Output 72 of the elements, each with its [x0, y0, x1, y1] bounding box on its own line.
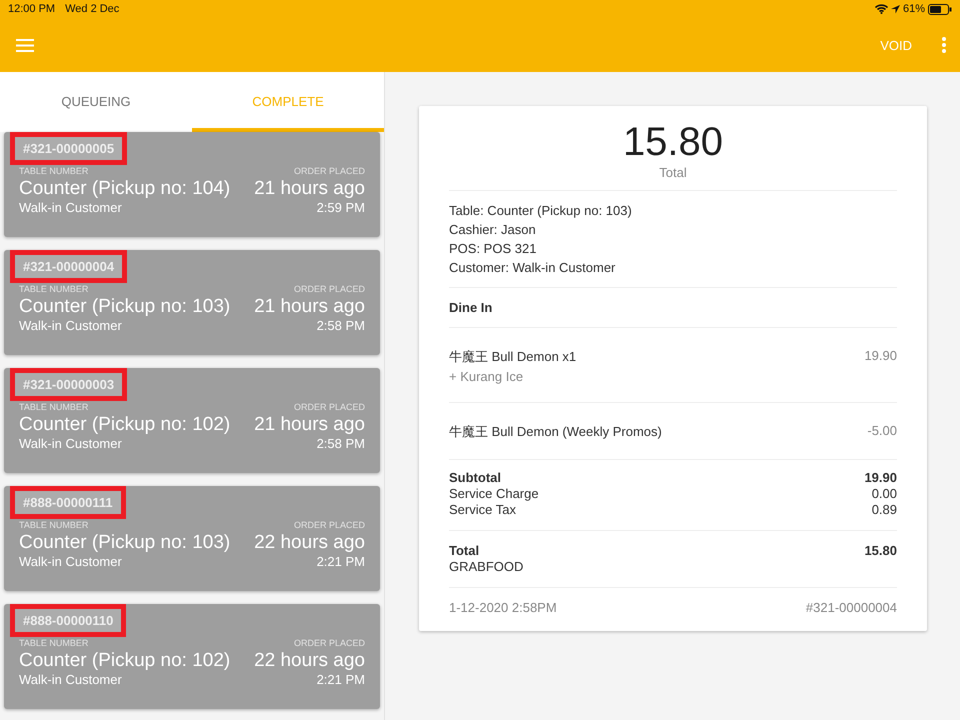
order-placed-label: ORDER PLACED	[294, 638, 365, 648]
item-modifier: + Kurang Ice	[449, 369, 524, 384]
order-info-line: POS: POS 321	[449, 241, 538, 256]
order-number: #888-00000111	[15, 491, 121, 514]
item-name: 牛魔王 Bull Demon x1	[449, 348, 576, 366]
order-card[interactable]: #321-00000005 TABLE NUMBER ORDER PLACED Counter (Pickup no: 104) 21 hours ago Walk-in Customer 2:59 PM	[4, 132, 380, 237]
battery-percent: 61%	[902, 3, 925, 15]
order-card[interactable]: #321-00000004 TABLE NUMBER ORDER PLACED Counter (Pickup no: 103) 21 hours ago Walk-in Customer 2:58 PM	[4, 250, 380, 355]
grand-total-value: 15.80	[864, 543, 897, 559]
order-info-line: Cashier: Jason	[449, 222, 537, 237]
order-time: 2:21 PM	[316, 554, 365, 569]
order-number: #321-00000005	[15, 137, 122, 160]
total-amount-label: Total	[658, 165, 688, 180]
customer-name: Walk-in Customer	[19, 554, 122, 569]
payment-method: GRABFOOD	[449, 559, 524, 575]
battery-icon	[928, 4, 952, 14]
status-date: Wed 2 Dec	[65, 3, 120, 15]
time-ago: 22 hours ago	[254, 532, 365, 554]
receipt-number: #321-00000004	[806, 600, 897, 615]
table-number-label: TABLE NUMBER	[19, 520, 88, 530]
grand-total-label: Total	[449, 543, 480, 559]
table-name: Counter (Pickup no: 102)	[19, 650, 230, 672]
time-ago: 21 hours ago	[254, 296, 365, 318]
summary-label: Subtotal	[449, 470, 501, 486]
table-name: Counter (Pickup no: 104)	[19, 178, 230, 200]
customer-name: Walk-in Customer	[19, 672, 122, 687]
order-time: 2:58 PM	[316, 318, 365, 333]
order-placed-label: ORDER PLACED	[294, 402, 365, 412]
total-amount: 15.80	[622, 120, 724, 165]
order-number: #888-00000110	[15, 609, 122, 632]
table-number-label: TABLE NUMBER	[19, 402, 88, 412]
summary-value: 0.00	[872, 486, 897, 502]
status-time: 12:00 PM	[8, 3, 56, 15]
order-placed-label: ORDER PLACED	[294, 520, 365, 530]
item-name: 牛魔王 Bull Demon (Weekly Promos)	[449, 423, 662, 441]
order-info-line: Table: Counter (Pickup no: 103)	[449, 203, 633, 218]
time-ago: 22 hours ago	[254, 650, 365, 672]
table-name: Counter (Pickup no: 103)	[19, 296, 230, 318]
table-name: Counter (Pickup no: 103)	[19, 532, 230, 554]
wifi-icon	[874, 4, 888, 14]
customer-name: Walk-in Customer	[19, 436, 122, 451]
order-placed-label: ORDER PLACED	[294, 166, 365, 176]
void-button[interactable]: VOID	[872, 32, 920, 58]
table-number-label: TABLE NUMBER	[19, 166, 88, 176]
order-number: #321-00000003	[15, 373, 122, 396]
summary-value: 0.89	[872, 502, 897, 518]
order-time: 2:21 PM	[316, 672, 365, 687]
customer-name: Walk-in Customer	[19, 200, 122, 215]
order-card[interactable]: #888-00000111 TABLE NUMBER ORDER PLACED Counter (Pickup no: 103) 22 hours ago Walk-in Customer 2:21 PM	[4, 486, 380, 591]
location-arrow-icon	[890, 4, 900, 14]
order-time: 2:58 PM	[316, 436, 365, 451]
customer-name: Walk-in Customer	[19, 318, 122, 333]
time-ago: 21 hours ago	[254, 178, 365, 200]
table-number-label: TABLE NUMBER	[19, 284, 88, 294]
more-options-icon[interactable]	[942, 37, 946, 53]
order-time: 2:59 PM	[316, 200, 365, 215]
order-number: #321-00000004	[15, 255, 122, 278]
order-type: Dine In	[449, 288, 897, 328]
receipt-date: 1-12-2020 2:58PM	[449, 600, 557, 615]
summary-value: 19.90	[864, 470, 897, 486]
order-placed-label: ORDER PLACED	[294, 284, 365, 294]
table-number-label: TABLE NUMBER	[19, 638, 88, 648]
menu-icon[interactable]	[16, 38, 34, 52]
time-ago: 21 hours ago	[254, 414, 365, 436]
summary-label: Service Tax	[449, 502, 516, 518]
order-info-line: Customer: Walk-in Customer	[449, 260, 616, 275]
item-price: -5.00	[867, 423, 897, 440]
order-card[interactable]: #321-00000003 TABLE NUMBER ORDER PLACED Counter (Pickup no: 102) 21 hours ago Walk-in Customer 2:58 PM	[4, 368, 380, 473]
table-name: Counter (Pickup no: 102)	[19, 414, 230, 436]
item-price: 19.90	[864, 348, 897, 365]
summary-label: Service Charge	[449, 486, 539, 502]
order-card[interactable]: #888-00000110 TABLE NUMBER ORDER PLACED Counter (Pickup no: 102) 22 hours ago Walk-in Customer 2:21 PM	[4, 604, 380, 709]
